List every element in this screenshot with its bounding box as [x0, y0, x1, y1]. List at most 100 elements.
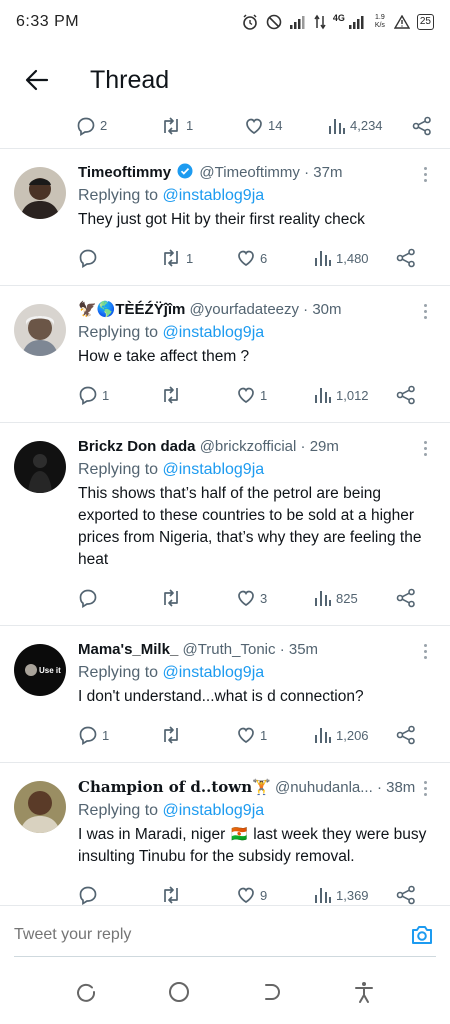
system-nav-bar: [0, 964, 450, 1024]
avatar[interactable]: Use it: [14, 644, 66, 696]
display-name[interactable]: Brickz Don dada: [78, 438, 196, 455]
retweet-button[interactable]: [160, 588, 236, 608]
alert-icon: [393, 15, 410, 29]
like-button[interactable]: 1: [236, 725, 314, 745]
mention-link[interactable]: @instablog9ja: [163, 802, 265, 819]
share-button[interactable]: [396, 588, 416, 608]
tweet[interactable]: 🦅🌎TÈÉŹŸĵîm @yourfadateezy · 30m Replying…: [0, 286, 450, 423]
more-options-button[interactable]: [420, 644, 430, 659]
views-button[interactable]: 1,012: [314, 386, 396, 404]
share-icon: [412, 116, 431, 135]
retweet-button[interactable]: [160, 385, 236, 405]
avatar[interactable]: [14, 304, 66, 356]
avatar[interactable]: [14, 781, 66, 833]
tweet[interactable]: Brickz Don dada @brickzofficial · 29m Re…: [0, 423, 450, 626]
heart-icon: [238, 387, 254, 403]
more-options-button[interactable]: [420, 441, 430, 456]
reply-button[interactable]: [78, 588, 160, 608]
retweet-button[interactable]: [160, 725, 236, 745]
reply-button[interactable]: 1: [78, 725, 160, 745]
like-count: 14: [268, 118, 283, 133]
status-icons: 4G 1.9 K/s 25: [241, 13, 434, 31]
retweet-button[interactable]: 1: [160, 248, 236, 268]
views-button[interactable]: 4,234: [328, 117, 412, 135]
camera-icon: [412, 925, 432, 944]
mention-link[interactable]: @instablog9ja: [163, 324, 265, 341]
more-options-button[interactable]: [420, 304, 430, 319]
like-button[interactable]: 9: [236, 885, 314, 905]
retweet-button[interactable]: [160, 885, 236, 905]
timestamp: · 29m: [300, 438, 339, 455]
verified-badge-icon: [177, 163, 193, 179]
handle[interactable]: @Timeoftimmy: [199, 164, 300, 181]
views-button[interactable]: 825: [314, 589, 396, 607]
display-name[interactable]: Mama's_Milk_: [78, 641, 178, 658]
mention-link[interactable]: @instablog9ja: [163, 664, 265, 681]
tweet[interactable]: Champion of d..town🏋 @nuhudanla... · 38m…: [0, 763, 450, 905]
share-button[interactable]: [396, 885, 416, 905]
like-button[interactable]: 6: [236, 248, 314, 268]
back-button[interactable]: [22, 65, 52, 95]
mention-link[interactable]: @instablog9ja: [163, 187, 265, 204]
more-options-button[interactable]: [420, 781, 430, 796]
retweet-icon: [164, 589, 178, 607]
views-count: 1,480: [336, 250, 369, 266]
tweet-actions: 1 6 1,480: [78, 231, 430, 285]
handle[interactable]: @nuhudanla...: [275, 779, 373, 796]
system-back-icon: [265, 983, 281, 1000]
share-button[interactable]: [396, 248, 416, 268]
recents-icon: [77, 983, 96, 1002]
share-button[interactable]: [412, 116, 432, 136]
views-button[interactable]: 1,480: [314, 249, 396, 267]
home-button[interactable]: [167, 980, 191, 1009]
share-button[interactable]: [396, 385, 416, 405]
status-bar: 6:33 PM 4G 1.9 K/s 25: [0, 0, 450, 44]
tweet-header: 🦅🌎TÈÉŹŸĵîm @yourfadateezy · 30m: [78, 300, 430, 320]
network-type: 4G: [332, 13, 345, 23]
reply-button[interactable]: [78, 248, 160, 268]
reply-button[interactable]: [78, 885, 160, 905]
like-button[interactable]: 14: [244, 116, 328, 136]
accessibility-icon: [354, 981, 373, 1003]
avatar-text: Use it: [39, 666, 61, 675]
heart-icon: [238, 250, 254, 266]
avatar[interactable]: [14, 441, 66, 493]
tweet[interactable]: Timeoftimmy @Timeoftimmy · 37m Replying …: [0, 149, 450, 286]
reply-button[interactable]: 2: [76, 116, 160, 136]
network-speed: 1.9 K/s: [374, 14, 385, 29]
camera-button[interactable]: [408, 921, 436, 949]
like-button[interactable]: 1: [236, 385, 314, 405]
replying-prefix: Replying to: [78, 187, 163, 204]
handle[interactable]: @brickzofficial: [200, 438, 297, 455]
share-button[interactable]: [396, 725, 416, 745]
display-name[interactable]: Champion of d..town🏋: [78, 778, 271, 796]
views-button[interactable]: 1,206: [314, 726, 396, 744]
avatar[interactable]: [14, 167, 66, 219]
like-count: 1: [260, 387, 268, 403]
more-options-button[interactable]: [420, 167, 430, 182]
views-count: 4,234: [350, 118, 383, 133]
views-button[interactable]: 1,369: [314, 886, 396, 904]
replying-to: Replying to @instablog9ja: [78, 800, 430, 822]
recents-button[interactable]: [74, 980, 98, 1009]
thread-feed[interactable]: 2 1 14 4,234 Timeoftimmy @Timeoftimmy · …: [0, 103, 450, 905]
replying-to: Replying to @instablog9ja: [78, 322, 430, 344]
handle[interactable]: @yourfadateezy: [190, 301, 299, 318]
like-button[interactable]: 3: [236, 588, 314, 608]
display-name[interactable]: 🦅🌎TÈÉŹŸĵîm: [78, 301, 185, 318]
reply-input[interactable]: [14, 925, 408, 944]
handle[interactable]: @Truth_Tonic: [182, 641, 275, 658]
tweet[interactable]: Use it Mama's_Milk_ @Truth_Tonic · 35m R…: [0, 626, 450, 763]
display-name[interactable]: Timeoftimmy: [78, 164, 171, 181]
mention-link[interactable]: @instablog9ja: [163, 461, 265, 478]
system-back-button[interactable]: [259, 980, 283, 1009]
retweet-button[interactable]: 1: [160, 116, 244, 136]
heart-icon: [238, 590, 254, 606]
replying-prefix: Replying to: [78, 664, 163, 681]
retweet-count: 1: [186, 118, 194, 133]
reply-button[interactable]: 1: [78, 385, 160, 405]
accessibility-button[interactable]: [352, 980, 376, 1009]
replying-prefix: Replying to: [78, 461, 163, 478]
tweet-header: Mama's_Milk_ @Truth_Tonic · 35m: [78, 640, 430, 660]
views-count: 1,369: [336, 887, 369, 903]
